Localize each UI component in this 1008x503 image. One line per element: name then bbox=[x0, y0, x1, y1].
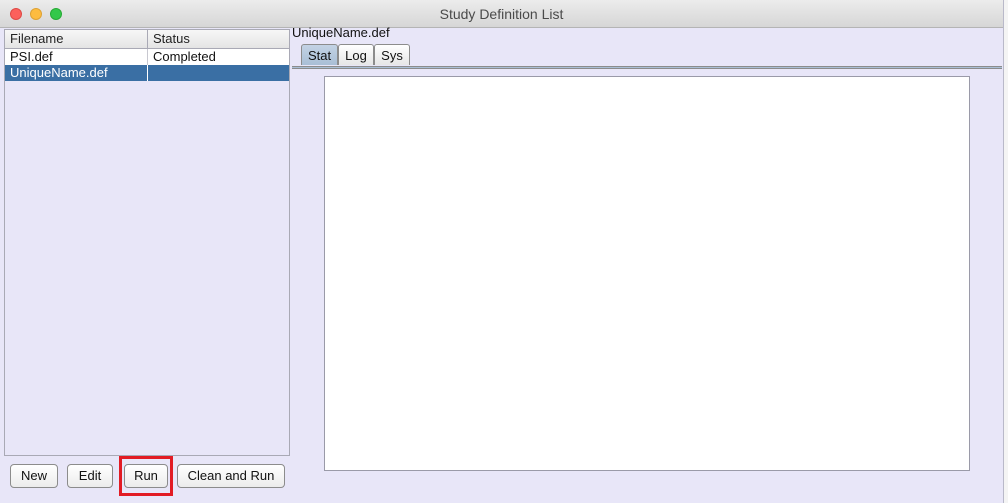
column-header-filename[interactable]: Filename bbox=[5, 30, 148, 48]
table-row[interactable]: PSI.def Completed bbox=[5, 49, 289, 65]
tab-stat[interactable]: Stat bbox=[301, 44, 338, 65]
selected-file-label: UniqueName.def bbox=[292, 25, 390, 40]
status-cell bbox=[148, 65, 289, 81]
background-window-edge bbox=[1004, 0, 1008, 503]
tab-divider bbox=[292, 66, 1002, 69]
title-bar[interactable]: Study Definition List bbox=[0, 0, 1003, 28]
column-header-status[interactable]: Status bbox=[148, 30, 289, 48]
filename-cell: PSI.def bbox=[5, 49, 148, 65]
status-cell: Completed bbox=[153, 49, 216, 64]
study-definition-table[interactable]: Filename Status PSI.def Completed Unique… bbox=[4, 29, 290, 456]
tab-sys[interactable]: Sys bbox=[374, 44, 410, 65]
filename-cell: UniqueName.def bbox=[5, 65, 148, 81]
table-row-selected[interactable]: UniqueName.def bbox=[5, 65, 289, 81]
new-button[interactable]: New bbox=[10, 464, 58, 488]
edit-button[interactable]: Edit bbox=[67, 464, 113, 488]
tab-log[interactable]: Log bbox=[338, 44, 374, 65]
clean-and-run-button[interactable]: Clean and Run bbox=[177, 464, 285, 488]
study-definition-window: Study Definition List Filename Status PS… bbox=[0, 0, 1004, 503]
table-header: Filename Status bbox=[5, 30, 289, 49]
run-button-highlight bbox=[119, 456, 173, 496]
stat-content-area[interactable] bbox=[324, 76, 970, 471]
window-title: Study Definition List bbox=[439, 6, 564, 22]
